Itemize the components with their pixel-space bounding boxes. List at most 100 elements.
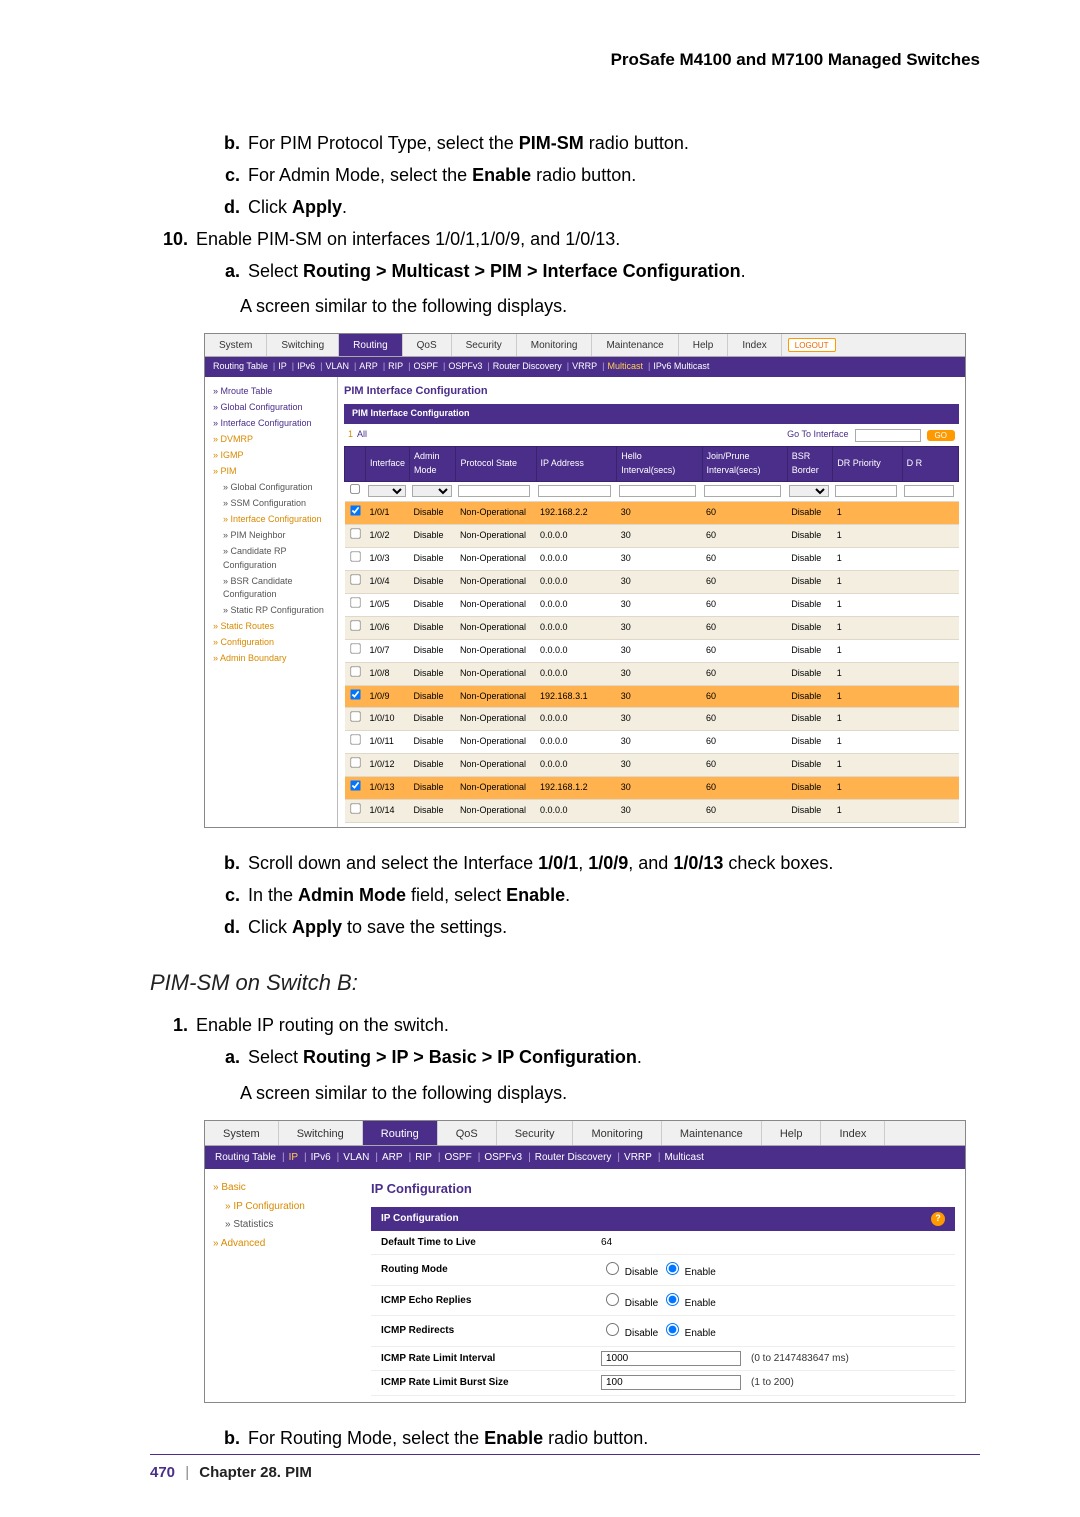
tab-switching[interactable]: Switching xyxy=(267,334,339,356)
row-checkbox[interactable] xyxy=(350,666,360,676)
sidenav-global-configuration[interactable]: » Global Configuration xyxy=(213,481,331,495)
radio-disable[interactable] xyxy=(606,1323,619,1336)
row-checkbox[interactable] xyxy=(350,574,360,584)
help-icon[interactable]: ? xyxy=(931,1212,945,1226)
row-checkbox[interactable] xyxy=(350,781,360,791)
sidenav-dvmrp[interactable]: » DVMRP xyxy=(213,433,331,447)
tab2-index[interactable]: Index xyxy=(821,1121,885,1145)
tab2-monitoring[interactable]: Monitoring xyxy=(573,1121,661,1145)
radio-enable[interactable] xyxy=(666,1262,679,1275)
sidenav-interface-configuration[interactable]: » Interface Configuration xyxy=(213,513,331,527)
tab-routing[interactable]: Routing xyxy=(339,334,402,356)
goto-input[interactable] xyxy=(855,429,921,442)
sidenav2-statistics[interactable]: » Statistics xyxy=(213,1217,353,1233)
subtab2-vrrp[interactable]: VRRP xyxy=(624,1152,652,1163)
subtab-arp[interactable]: ARP xyxy=(359,361,378,371)
cfg-row: Routing Mode Disable Enable xyxy=(371,1255,955,1286)
input-icmp-rate-limit-interval[interactable] xyxy=(601,1351,741,1366)
page-header: ProSafe M4100 and M7100 Managed Switches xyxy=(150,50,980,70)
table-row: 1/0/14DisableNon-Operational0.0.0.03060D… xyxy=(345,800,959,823)
sidenav-candidate-rp-configuration[interactable]: » Candidate RP Configuration xyxy=(213,545,331,573)
radio-disable[interactable] xyxy=(606,1262,619,1275)
go-button[interactable]: GO xyxy=(927,430,955,441)
sidenav-static-routes[interactable]: » Static Routes xyxy=(213,620,331,634)
radio-enable[interactable] xyxy=(666,1323,679,1336)
subtab2-routing-table[interactable]: Routing Table xyxy=(215,1152,276,1163)
row-checkbox[interactable] xyxy=(350,528,360,538)
step-10-num: 10. xyxy=(150,226,196,254)
tab-security[interactable]: Security xyxy=(452,334,517,356)
sidenav-static-rp-configuration[interactable]: » Static RP Configuration xyxy=(213,604,331,618)
tab-index[interactable]: Index xyxy=(728,334,781,356)
subtab-router-discovery[interactable]: Router Discovery xyxy=(493,361,562,371)
tab2-qos[interactable]: QoS xyxy=(438,1121,497,1145)
sidenav-global-configuration[interactable]: » Global Configuration xyxy=(213,401,331,415)
sidenav-igmp[interactable]: » IGMP xyxy=(213,449,331,463)
subtab-rip[interactable]: RIP xyxy=(388,361,403,371)
tab2-help[interactable]: Help xyxy=(762,1121,822,1145)
logout-button[interactable]: LOGOUT xyxy=(788,338,836,352)
tab-system[interactable]: System xyxy=(205,334,267,356)
subtab-ospf[interactable]: OSPF xyxy=(414,361,439,371)
sidenav-pim-neighbor[interactable]: » PIM Neighbor xyxy=(213,529,331,543)
row-checkbox[interactable] xyxy=(350,597,360,607)
subtab2-ip[interactable]: IP xyxy=(289,1152,298,1163)
step-9c-num: c. xyxy=(210,162,248,190)
tab-qos[interactable]: QoS xyxy=(403,334,452,356)
sidenav2-basic[interactable]: » Basic xyxy=(213,1180,353,1196)
subtab-ipv6[interactable]: IPv6 xyxy=(297,361,315,371)
select-all-checkbox[interactable] xyxy=(348,484,361,494)
subtab-routing-table[interactable]: Routing Table xyxy=(213,361,268,371)
tab2-maintenance[interactable]: Maintenance xyxy=(662,1121,762,1145)
row-checkbox[interactable] xyxy=(350,735,360,745)
subtab2-multicast[interactable]: Multicast xyxy=(664,1152,703,1163)
row-checkbox[interactable] xyxy=(350,551,360,561)
row-checkbox[interactable] xyxy=(350,505,360,515)
tab-maintenance[interactable]: Maintenance xyxy=(592,334,678,356)
subtab-multicast[interactable]: Multicast xyxy=(607,361,643,371)
sidenav-admin-boundary[interactable]: » Admin Boundary xyxy=(213,652,331,666)
sidenav-interface-configuration[interactable]: » Interface Configuration xyxy=(213,417,331,431)
all-label[interactable]: All xyxy=(357,428,367,442)
tab2-security[interactable]: Security xyxy=(497,1121,574,1145)
subtab2-ospfv3[interactable]: OSPFv3 xyxy=(484,1152,522,1163)
subtab-ip[interactable]: IP xyxy=(278,361,287,371)
row-checkbox[interactable] xyxy=(350,620,360,630)
row-checkbox[interactable] xyxy=(350,758,360,768)
subtab2-vlan[interactable]: VLAN xyxy=(343,1152,369,1163)
sidenav-pim[interactable]: » PIM xyxy=(213,465,331,479)
sb-step-1: Enable IP routing on the switch. xyxy=(196,1012,980,1040)
sidenav-configuration[interactable]: » Configuration xyxy=(213,636,331,650)
subtab2-arp[interactable]: ARP xyxy=(382,1152,403,1163)
step-10a: Select Routing > Multicast > PIM > Inter… xyxy=(248,258,980,286)
step-10c: In the Admin Mode field, select Enable. xyxy=(248,882,980,910)
row-checkbox[interactable] xyxy=(350,804,360,814)
subtab-vrrp[interactable]: VRRP xyxy=(572,361,597,371)
subtab-ipv6-multicast[interactable]: IPv6 Multicast xyxy=(653,361,709,371)
subtab-vlan[interactable]: VLAN xyxy=(325,361,349,371)
sidenav-mroute-table[interactable]: » Mroute Table xyxy=(213,385,331,399)
radio-enable[interactable] xyxy=(666,1293,679,1306)
subtab2-ipv6[interactable]: IPv6 xyxy=(311,1152,331,1163)
tab2-routing[interactable]: Routing xyxy=(363,1121,438,1145)
step-9c: For Admin Mode, select the Enable radio … xyxy=(248,162,980,190)
subtab2-rip[interactable]: RIP xyxy=(415,1152,432,1163)
subtab2-ospf[interactable]: OSPF xyxy=(444,1152,471,1163)
sidenav2-advanced[interactable]: » Advanced xyxy=(213,1236,353,1252)
sidenav-ssm-configuration[interactable]: » SSM Configuration xyxy=(213,497,331,511)
row-checkbox[interactable] xyxy=(350,712,360,722)
sidenav2-ip-configuration[interactable]: » IP Configuration xyxy=(213,1199,353,1215)
sidenav-bsr-candidate-configuration[interactable]: » BSR Candidate Configuration xyxy=(213,575,331,603)
cfg-row: ICMP Redirects Disable Enable xyxy=(371,1316,955,1347)
tab-help[interactable]: Help xyxy=(679,334,729,356)
tab2-system[interactable]: System xyxy=(205,1121,279,1145)
tab-monitoring[interactable]: Monitoring xyxy=(517,334,593,356)
tab2-switching[interactable]: Switching xyxy=(279,1121,363,1145)
subtab-ospfv3[interactable]: OSPFv3 xyxy=(448,361,482,371)
row-checkbox[interactable] xyxy=(350,643,360,653)
table-row: 1/0/13DisableNon-Operational192.168.1.23… xyxy=(345,777,959,800)
input-icmp-rate-limit-burst-size[interactable] xyxy=(601,1375,741,1390)
row-checkbox[interactable] xyxy=(350,689,360,699)
radio-disable[interactable] xyxy=(606,1293,619,1306)
subtab2-router-discovery[interactable]: Router Discovery xyxy=(535,1152,612,1163)
